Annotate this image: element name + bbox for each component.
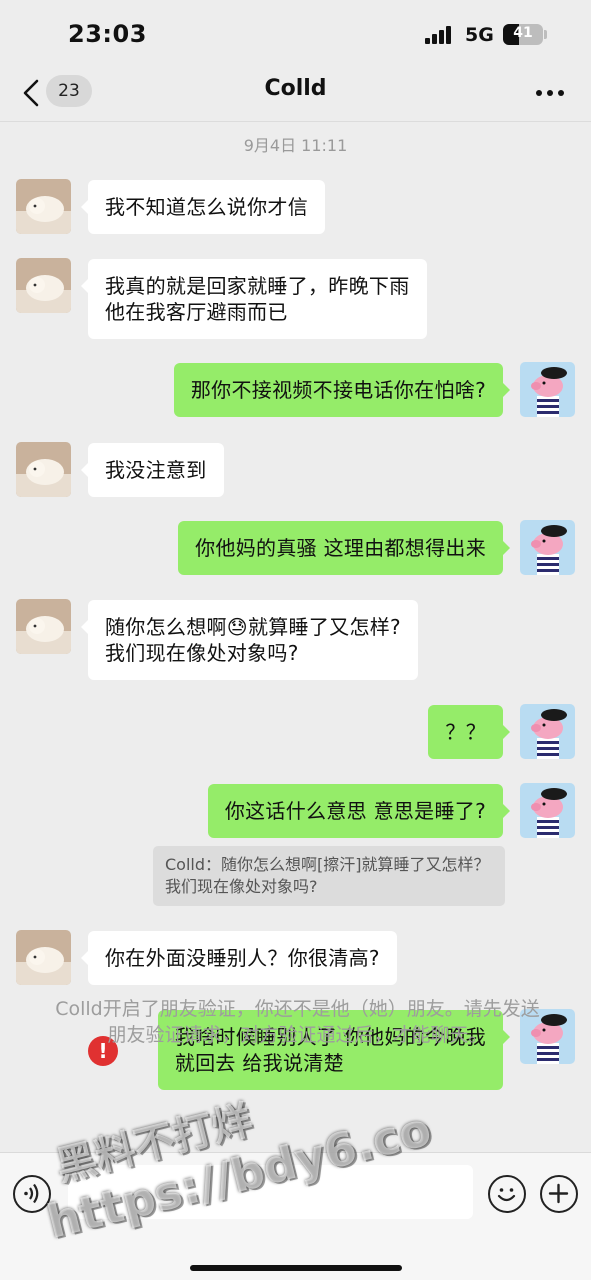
outgoing-message[interactable]: 你他妈的真骚 这理由都想得出来: [178, 521, 510, 575]
system-notice: Colld开启了朋友验证，你还不是他（她）朋友。请先发送朋友验证请求，对方验证通…: [55, 998, 540, 1046]
outgoing-message[interactable]: 你这话什么意思 意思是睡了?: [207, 784, 511, 838]
incoming-message[interactable]: 你在外面没睡别人？你很清高?: [81, 931, 397, 985]
status-time: 23:03: [68, 20, 147, 48]
home-indicator: [190, 1265, 402, 1271]
message-timestamp: 9月4日 11:11: [243, 136, 348, 155]
user-avatar[interactable]: [520, 362, 575, 417]
incoming-message[interactable]: 我真的就是回家就睡了，昨晚下雨 他在我客厅避雨而已: [81, 259, 427, 339]
contact-avatar[interactable]: [16, 930, 71, 985]
voice-icon[interactable]: [13, 1175, 51, 1213]
battery-tip: [544, 30, 547, 39]
quoted-message[interactable]: Colld：随你怎么想啊[擦汗]就算睡了又怎样？我们现在像处对象吗?: [153, 846, 505, 906]
contact-avatar[interactable]: [16, 599, 71, 654]
plus-icon[interactable]: [540, 1175, 578, 1213]
battery-level: 41: [513, 25, 533, 41]
user-avatar[interactable]: [520, 783, 575, 838]
more-icon[interactable]: [536, 90, 564, 96]
contact-avatar[interactable]: [16, 179, 71, 234]
incoming-message[interactable]: 我没注意到: [81, 443, 224, 497]
nav-bar: 23 Colld: [0, 64, 591, 122]
incoming-message[interactable]: 随你怎么想啊😓就算睡了又怎样? 我们现在像处对象吗?: [81, 600, 418, 680]
outgoing-message[interactable]: ？？: [428, 705, 510, 759]
chat-title: Colld: [264, 76, 327, 101]
outgoing-message[interactable]: 那你不接视频不接电话你在怕啥?: [173, 363, 511, 417]
status-bar: 23:03 5G 41: [0, 0, 591, 64]
network-label: 5G: [465, 24, 494, 46]
contact-avatar[interactable]: [16, 258, 71, 313]
contact-avatar[interactable]: [16, 442, 71, 497]
input-bar: [0, 1152, 591, 1280]
battery-icon: 41: [503, 24, 543, 45]
incoming-message[interactable]: 我不知道怎么说你才信: [81, 180, 325, 234]
user-avatar[interactable]: [520, 520, 575, 575]
message-input[interactable]: [68, 1165, 473, 1219]
emoji-icon[interactable]: [488, 1175, 526, 1213]
user-avatar[interactable]: [520, 704, 575, 759]
signal-icon: [425, 26, 455, 44]
